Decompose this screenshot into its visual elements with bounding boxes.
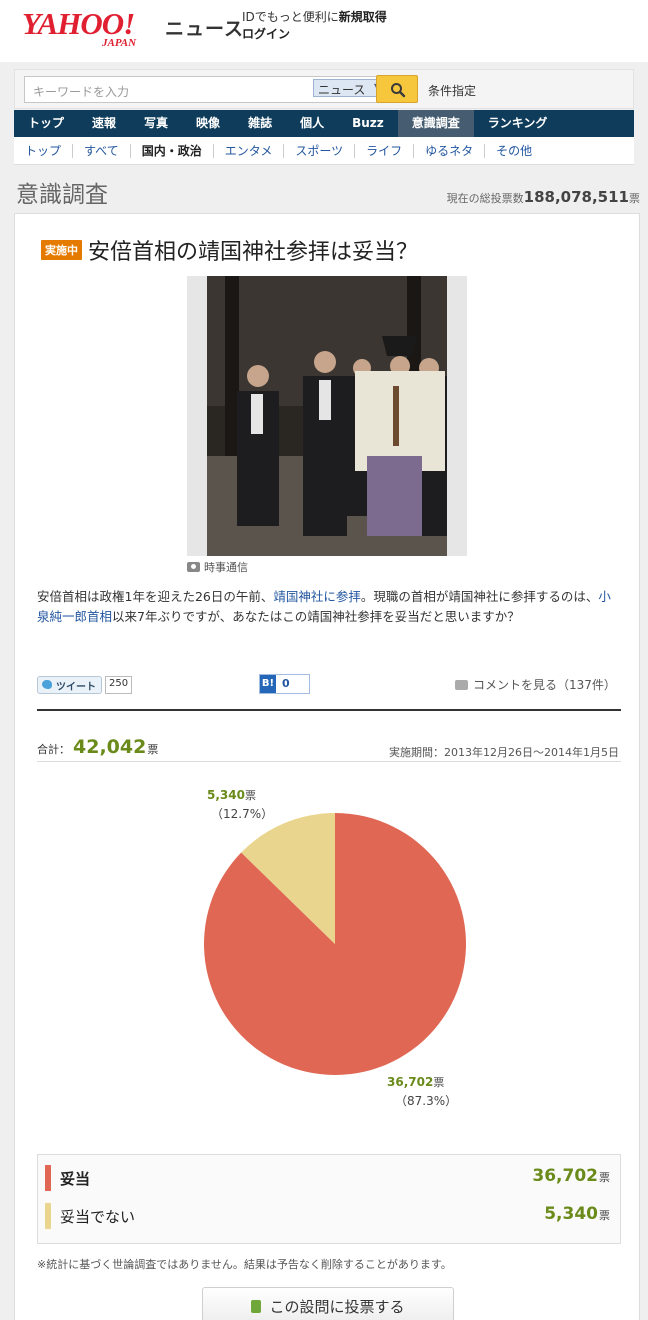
photo-credit: 時事通信	[187, 559, 248, 575]
sub-nav-item[interactable]: スポーツ	[284, 143, 356, 158]
result-count: 5,340 票	[544, 1204, 610, 1224]
result-count-unit: 票	[599, 1171, 610, 1184]
main-nav-item[interactable]: 雑誌	[234, 110, 286, 137]
result-color-bar	[45, 1165, 51, 1191]
pie-slice-percent-label: （12.7%）	[211, 807, 273, 821]
main-nav-item[interactable]: Buzz	[338, 110, 398, 137]
result-count: 36,702 票	[532, 1166, 610, 1186]
main-nav-item[interactable]: 個人	[286, 110, 338, 137]
poll-period: 実施期間：2013年12月26日～2014年1月5日	[389, 746, 619, 759]
question-description: 安倍首相は政権1年を迎えた26日の午前、靖国神社に参拝。現職の首相が靖国神社に参…	[37, 587, 619, 627]
results-pie-chart: 36,702票 （87.3%） 5,340票 （12.7%）	[204, 788, 466, 1108]
login-link[interactable]: ログイン	[242, 25, 290, 42]
ballot-icon	[251, 1300, 262, 1313]
sub-nav-item[interactable]: すべて	[73, 143, 131, 158]
tweet-label: ツイート	[56, 682, 96, 693]
vote-total-unit: 票	[147, 743, 159, 756]
pie-slice-percent-label: （87.3%）	[395, 1094, 457, 1108]
search-scope-select[interactable]: ニュース ▾	[313, 79, 383, 97]
result-row: 妥当 36,702 票	[38, 1159, 620, 1195]
twitter-bird-icon	[42, 680, 52, 689]
logo-text: YAHOO!	[22, 6, 135, 41]
total-votes: 現在の総投票数188,078,511票	[447, 188, 640, 206]
comments-label: コメントを見る（137件）	[473, 678, 616, 692]
search-scope-value: ニュース	[318, 83, 366, 97]
question-title: 安倍首相の靖国神社参拝は妥当？	[88, 240, 419, 265]
tweet-count: 250	[105, 676, 133, 694]
result-row: 妥当でない 5,340 票	[38, 1197, 620, 1233]
pie-slice-value-label: 36,702票	[387, 1075, 444, 1089]
tweet-button[interactable]: ツイート	[37, 676, 102, 694]
main-nav-item[interactable]: 写真	[130, 110, 182, 137]
vote-total: 合計： 42,042 票	[37, 736, 158, 758]
vote-button[interactable]: この設問に投票する	[202, 1287, 454, 1320]
camera-icon	[187, 562, 200, 572]
main-nav-item[interactable]: 速報	[78, 110, 130, 137]
sub-nav-item-current[interactable]: 国内・政治	[131, 143, 214, 158]
news-photo-image	[207, 276, 447, 556]
total-votes-label: 現在の総投票数	[446, 192, 524, 205]
page-title: 意識調査	[16, 182, 108, 208]
main-nav-item[interactable]: トップ	[14, 110, 78, 137]
sub-nav-item[interactable]: エンタメ	[214, 143, 285, 158]
vote-total-value: 42,042	[73, 736, 147, 758]
result-count-value: 5,340	[544, 1204, 598, 1224]
main-nav-item[interactable]: 映像	[182, 110, 234, 137]
sub-nav: トップ すべて 国内・政治 エンタメ スポーツ ライフ ゆるネタ その他	[14, 137, 634, 165]
divider	[37, 761, 621, 762]
photo-credit-text: 時事通信	[204, 561, 248, 574]
id-promo-text: IDでもっと便利に	[242, 10, 339, 24]
desc-link[interactable]: 靖国神社に参拝	[273, 589, 361, 604]
comments-link[interactable]: コメントを見る（137件）	[455, 676, 616, 693]
search-button[interactable]	[376, 75, 418, 103]
question-heading: 実施中 安倍首相の靖国神社参拝は妥当？	[41, 234, 418, 266]
total-votes-unit: 票	[629, 192, 640, 205]
main-nav-item-active[interactable]: 意識調査	[397, 110, 474, 137]
total-votes-value: 188,078,511	[523, 188, 629, 206]
news-section-label[interactable]: ニュース	[165, 14, 244, 41]
status-badge: 実施中	[41, 240, 82, 260]
sub-nav-item[interactable]: トップ	[14, 143, 74, 158]
desc-text: 以来7年ぶりですが、あなたはこの靖国神社参拝を妥当だと思いますか？	[112, 609, 520, 624]
register-link[interactable]: 新規取得	[339, 10, 387, 24]
divider	[37, 709, 621, 711]
main-nav-item[interactable]: ランキング	[474, 110, 562, 137]
results-list: 妥当 36,702 票 妥当でない 5,340 票	[37, 1154, 621, 1244]
advanced-search-link[interactable]: 条件指定	[428, 82, 476, 99]
main-nav: トップ 速報 写真 映像 雑誌 個人 Buzz 意識調査 ランキング	[14, 110, 634, 137]
result-name: 妥当でない	[60, 1208, 136, 1226]
sub-nav-item[interactable]: ライフ	[355, 143, 415, 158]
vote-button-label: この設問に投票する	[269, 1298, 405, 1316]
result-name: 妥当	[60, 1170, 91, 1188]
search-icon	[391, 83, 406, 98]
logo-subtext: JAPAN	[102, 37, 137, 49]
poll-card: 実施中 安倍首相の靖国神社参拝は妥当？ 時事通信 安倍首相は政権1年を迎えた26…	[14, 213, 640, 1320]
news-photo[interactable]	[187, 276, 467, 556]
page: YAHOO! JAPAN ニュース IDでもっと便利に新規取得 ログイン キーワ…	[0, 0, 648, 1320]
id-promo: IDでもっと便利に新規取得	[242, 10, 387, 25]
hatena-bookmark-icon: B!	[260, 675, 276, 693]
yahoo-japan-logo[interactable]: YAHOO! JAPAN	[22, 6, 137, 49]
desc-text: 安倍首相は政権1年を迎えた26日の午前、	[37, 589, 274, 604]
pie-slice-value-label: 5,340票	[207, 788, 256, 802]
desc-text: 。現職の首相が靖国神社に参拝するのは、	[360, 589, 599, 604]
vote-total-label: 合計：	[37, 743, 70, 756]
hatena-bookmark-button[interactable]: B! 0	[259, 674, 310, 694]
header: YAHOO! JAPAN ニュース IDでもっと便利に新規取得 ログイン	[0, 0, 648, 62]
search-bar: キーワードを入力 ニュース ▾ 条件指定	[14, 69, 634, 109]
sub-nav-item[interactable]: その他	[485, 144, 543, 158]
sub-nav-item[interactable]: ゆるネタ	[414, 143, 486, 158]
comment-bubble-icon	[455, 679, 468, 690]
result-count-value: 36,702	[532, 1166, 598, 1186]
disclaimer-note: ※統計に基づく世論調査ではありません。結果は予告なく削除することがあります。	[37, 1258, 452, 1271]
result-count-unit: 票	[599, 1209, 610, 1222]
hatena-count: 0	[282, 677, 290, 690]
result-color-bar	[45, 1203, 51, 1229]
